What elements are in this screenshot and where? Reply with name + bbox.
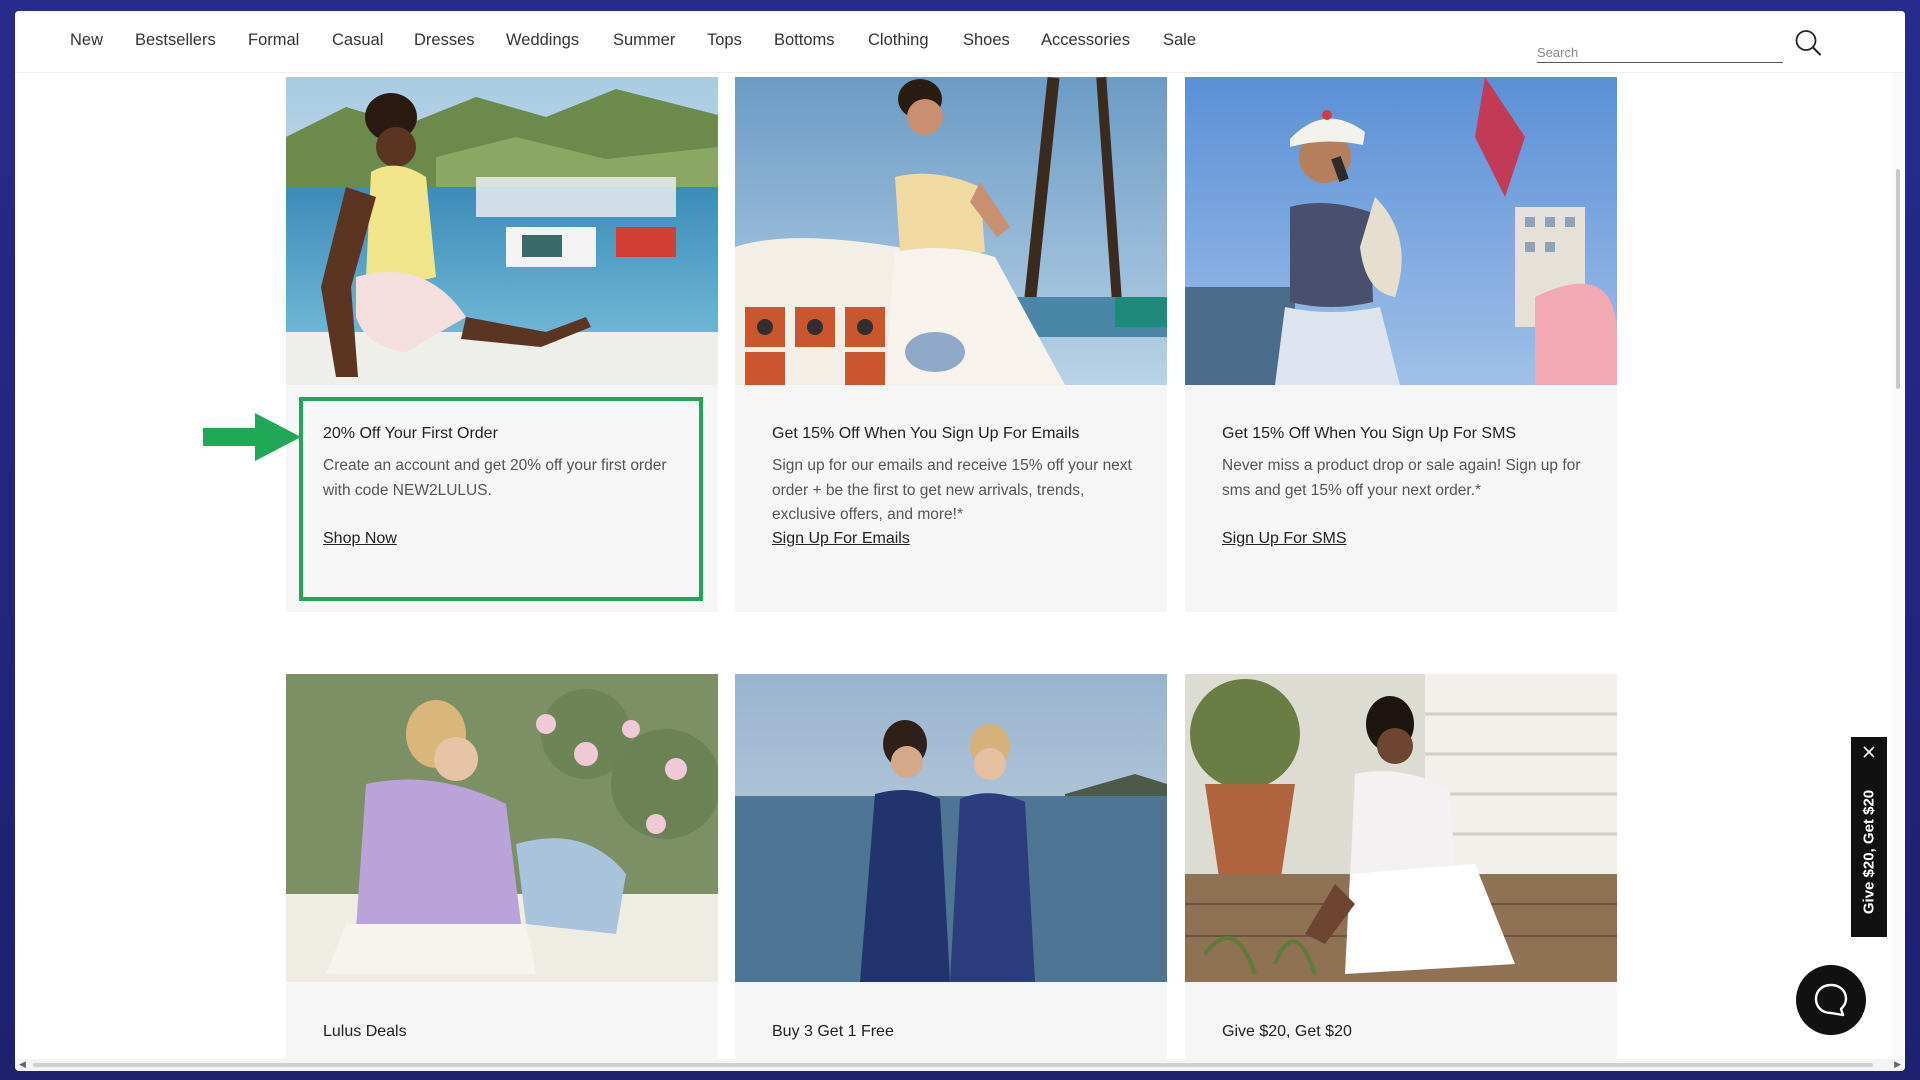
nav-shoes[interactable]: Shoes [963,31,1010,50]
promo-photo-give-get[interactable] [1185,674,1617,982]
promo-card-give-get: Give $20, Get $20 [1185,674,1617,1071]
nav-bestsellers[interactable]: Bestsellers [135,31,216,50]
sign-up-sms-link[interactable]: Sign Up For SMS [1222,530,1346,548]
highlight-box [299,397,703,601]
nav-accessories[interactable]: Accessories [1041,31,1130,50]
nav-clothing[interactable]: Clothing [868,31,929,50]
search-icon[interactable] [1793,28,1823,58]
chat-button[interactable] [1796,965,1866,1035]
promo-card-emails: Get 15% Off When You Sign Up For Emails … [735,77,1167,612]
promo-title: Get 15% Off When You Sign Up For Emails [772,425,1080,442]
promo-photo-buy-3-get-1[interactable] [735,674,1167,982]
promo-title: Give $20, Get $20 [1222,1023,1352,1040]
pointer-arrow-icon [203,413,301,461]
nav-new[interactable]: New [70,31,103,50]
search-box [1537,37,1783,63]
nav-weddings[interactable]: Weddings [506,31,579,50]
top-navigation: New Bestsellers Formal Casual Dresses We… [15,11,1905,73]
promo-card-lulus-deals: Lulus Deals [286,674,718,1071]
scrollbar-thumb[interactable] [1896,169,1900,389]
promo-photo-first-order[interactable] [286,77,718,385]
promo-title: Buy 3 Get 1 Free [772,1023,894,1040]
promo-card-sms: Get 15% Off When You Sign Up For SMS Nev… [1185,77,1617,612]
promo-photo-emails[interactable] [735,77,1167,385]
close-icon[interactable] [1862,745,1876,759]
promo-photo-sms[interactable] [1185,77,1617,385]
referral-tab-label: Give $20, Get $20 [1860,789,1878,915]
search-input[interactable] [1537,37,1783,62]
vertical-scrollbar[interactable] [1891,73,1905,1059]
sign-up-emails-link[interactable]: Sign Up For Emails [772,530,910,548]
scroll-right-icon[interactable]: ▶ [1894,1059,1901,1070]
nav-casual[interactable]: Casual [332,31,383,50]
nav-summer[interactable]: Summer [613,31,675,50]
chat-bubble-icon [1814,983,1848,1017]
nav-dresses[interactable]: Dresses [414,31,475,50]
nav-tops[interactable]: Tops [707,31,742,50]
promo-title: Get 15% Off When You Sign Up For SMS [1222,425,1517,442]
nav-formal[interactable]: Formal [248,31,299,50]
promo-photo-lulus-deals[interactable] [286,674,718,982]
browser-window: New Bestsellers Formal Casual Dresses We… [15,11,1905,1071]
promo-description: Never miss a product drop or sale again!… [1222,457,1581,499]
horizontal-scrollbar[interactable]: ◀ ▶ [15,1059,1905,1071]
referral-side-tab[interactable]: Give $20, Get $20 [1851,737,1887,937]
nav-sale[interactable]: Sale [1163,31,1196,50]
scroll-left-icon[interactable]: ◀ [19,1059,26,1070]
promo-card-buy-3-get-1: Buy 3 Get 1 Free [735,674,1167,1071]
promo-description: Sign up for our emails and receive 15% o… [772,457,1132,523]
scrollbar-thumb[interactable] [33,1063,1873,1067]
promo-title: Lulus Deals [323,1023,407,1040]
nav-bottoms[interactable]: Bottoms [774,31,835,50]
